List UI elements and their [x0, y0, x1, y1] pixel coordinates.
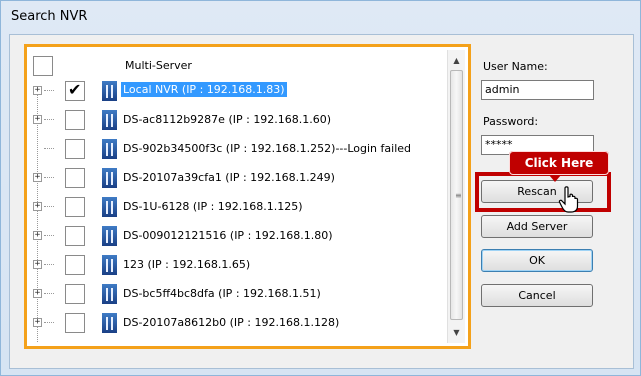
expand-icon[interactable]: +	[33, 289, 42, 298]
tree-item[interactable]: + DS-20107a39cfa1 (IP : 192.168.1.249)	[30, 166, 447, 190]
scroll-up-arrow-icon[interactable]: ▲	[448, 52, 465, 69]
item-checkbox[interactable]	[65, 168, 85, 188]
tree-item-label: Local NVR (IP : 192.168.1.83)	[121, 82, 287, 97]
tree-connector-branch	[44, 177, 54, 178]
tree-item-label: DS-20107a39cfa1 (IP : 192.168.1.249)	[123, 171, 335, 184]
tree-item-label: 123 (IP : 192.168.1.65)	[123, 258, 251, 271]
item-checkbox[interactable]	[65, 110, 85, 130]
tree-item-label: DS-20107a8612b0 (IP : 192.168.1.128)	[123, 316, 340, 329]
tree-item[interactable]: + ✔ Local NVR (IP : 192.168.1.83)	[30, 79, 447, 103]
add-server-button[interactable]: Add Server	[481, 215, 593, 238]
root-label: Multi-Server	[125, 59, 192, 72]
tree-item[interactable]: + DS-ac8112b9287e (IP : 192.168.1.60)	[30, 108, 447, 132]
item-checkbox[interactable]	[65, 226, 85, 246]
expand-icon[interactable]: +	[33, 86, 42, 95]
username-field[interactable]: admin	[481, 80, 594, 100]
nvr-device-icon	[102, 139, 117, 159]
tree-scrollbar[interactable]: ▲ ≡ ▼	[447, 50, 465, 343]
rescan-highlight-frame	[475, 172, 611, 212]
tree-item-label: DS-ac8112b9287e (IP : 192.168.1.60)	[123, 113, 332, 126]
cancel-button[interactable]: Cancel	[481, 284, 593, 307]
expand-icon[interactable]: +	[33, 260, 42, 269]
nvr-device-icon	[102, 284, 117, 304]
item-checkbox[interactable]	[65, 313, 85, 333]
tree-item-label: DS-902b34500f3c (IP : 192.168.1.252)---L…	[123, 142, 411, 155]
tree-item[interactable]: + DS-bc5ff4bc8dfa (IP : 192.168.1.51)	[30, 282, 447, 306]
expand-icon[interactable]: +	[33, 115, 42, 124]
hand-cursor-icon	[558, 186, 579, 213]
scroll-grip-icon: ≡	[455, 191, 462, 200]
tree-item[interactable]: + DS-1U-6128 (IP : 192.168.1.125)	[30, 195, 447, 219]
tree-item-label: DS-bc5ff4bc8dfa (IP : 192.168.1.51)	[123, 287, 321, 300]
nvr-device-icon	[102, 226, 117, 246]
expand-icon[interactable]: +	[33, 202, 42, 211]
tree-connector-branch	[44, 90, 54, 91]
item-checkbox[interactable]	[65, 255, 85, 275]
nvr-device-icon	[102, 197, 117, 217]
check-mark-icon: ✔	[68, 80, 82, 99]
scroll-thumb[interactable]: ≡	[450, 70, 463, 320]
nvr-device-icon	[102, 110, 117, 130]
ok-button[interactable]: OK	[481, 249, 593, 272]
password-label: Password:	[483, 115, 539, 128]
expand-icon[interactable]: +	[33, 318, 42, 327]
tree-item-label: DS-1U-6128 (IP : 192.168.1.125)	[123, 200, 303, 213]
tree-item[interactable]: DS-902b34500f3c (IP : 192.168.1.252)---L…	[30, 137, 447, 161]
tree-item[interactable]: + DS-009012121516 (IP : 192.168.1.80)	[30, 224, 447, 248]
tree-connector-branch	[44, 293, 54, 294]
nvr-device-icon	[102, 81, 117, 101]
item-checkbox[interactable]	[65, 197, 85, 217]
nvr-device-icon	[102, 313, 117, 333]
scroll-down-arrow-icon[interactable]: ▼	[448, 324, 465, 341]
tree-connector-branch	[44, 148, 54, 149]
click-here-callout: Click Here	[509, 151, 609, 182]
username-label: User Name:	[483, 60, 548, 73]
server-tree: Multi-Server + ✔ Local NVR (IP : 192.168.1…	[30, 50, 447, 343]
item-checkbox[interactable]	[65, 139, 85, 159]
expand-icon[interactable]: +	[33, 231, 42, 240]
title-bar[interactable]: Search NVR	[1, 1, 640, 33]
expand-icon[interactable]: +	[33, 173, 42, 182]
tree-item-label: DS-009012121516 (IP : 192.168.1.80)	[123, 229, 333, 242]
tree-connector-branch	[44, 235, 54, 236]
nvr-device-icon	[102, 255, 117, 275]
item-checkbox[interactable]: ✔	[65, 80, 85, 101]
tree-connector-branch	[44, 206, 54, 207]
tree-connector-branch	[44, 119, 54, 120]
nvr-device-icon	[102, 168, 117, 188]
tree-item[interactable]: + DS-20107a8612b0 (IP : 192.168.1.128)	[30, 311, 447, 335]
window-title: Search NVR	[11, 9, 88, 24]
tree-connector-branch	[44, 322, 54, 323]
tree-root-row[interactable]: Multi-Server	[30, 54, 447, 78]
tree-connector-branch	[44, 264, 54, 265]
item-checkbox[interactable]	[65, 284, 85, 304]
tree-item[interactable]: +123 (IP : 192.168.1.65)	[30, 253, 447, 277]
root-checkbox[interactable]	[33, 56, 53, 76]
